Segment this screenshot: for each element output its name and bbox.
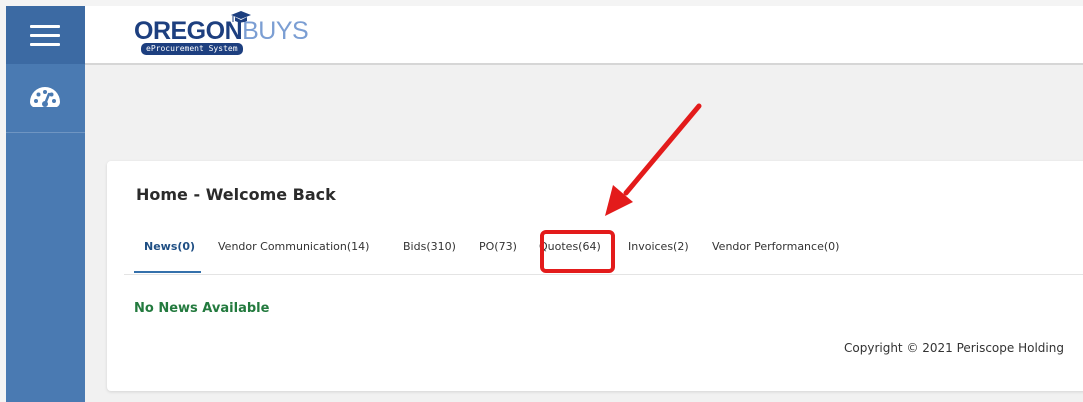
tab-po[interactable]: PO(73) xyxy=(479,238,517,273)
logo-tagline: eProcurement System xyxy=(141,43,243,55)
tab-vendor-communication[interactable]: Vendor Communication(14) xyxy=(218,238,369,273)
menu-toggle-button[interactable] xyxy=(6,6,85,64)
news-empty-message: No News Available xyxy=(134,301,270,316)
copyright-text: Copyright © 2021 Periscope Holding xyxy=(844,341,1064,355)
logo-secondary-text: BUYS xyxy=(242,17,309,45)
screenshot-frame: OREGONBUYS eProcurement System Home - We… xyxy=(0,0,1083,402)
tab-bids[interactable]: Bids(310) xyxy=(403,238,456,273)
tab-news[interactable]: News(0) xyxy=(133,238,202,273)
page-title: Home - Welcome Back xyxy=(136,185,336,204)
main-area: OREGONBUYS eProcurement System Home - We… xyxy=(85,6,1083,402)
tab-vendor-performance[interactable]: Vendor Performance(0) xyxy=(712,238,839,273)
sidebar xyxy=(6,6,85,402)
top-header: OREGONBUYS eProcurement System xyxy=(85,6,1083,65)
sidebar-item-dashboard[interactable] xyxy=(6,70,85,133)
dashboard-speedometer-icon xyxy=(30,87,60,107)
graduation-cap-icon xyxy=(231,11,251,23)
oregonbuys-logo[interactable]: OREGONBUYS eProcurement System xyxy=(134,10,309,56)
logo-primary-text: OREGON xyxy=(134,17,243,45)
home-card: Home - Welcome Back News(0) Vendor Commu… xyxy=(107,161,1083,391)
tab-invoices[interactable]: Invoices(2) xyxy=(628,238,689,273)
tab-quotes[interactable]: Quotes(64) xyxy=(539,238,601,273)
home-tabs: News(0) Vendor Communication(14) Bids(31… xyxy=(124,238,1083,275)
logo-wordmark: OREGONBUYS xyxy=(134,17,309,45)
